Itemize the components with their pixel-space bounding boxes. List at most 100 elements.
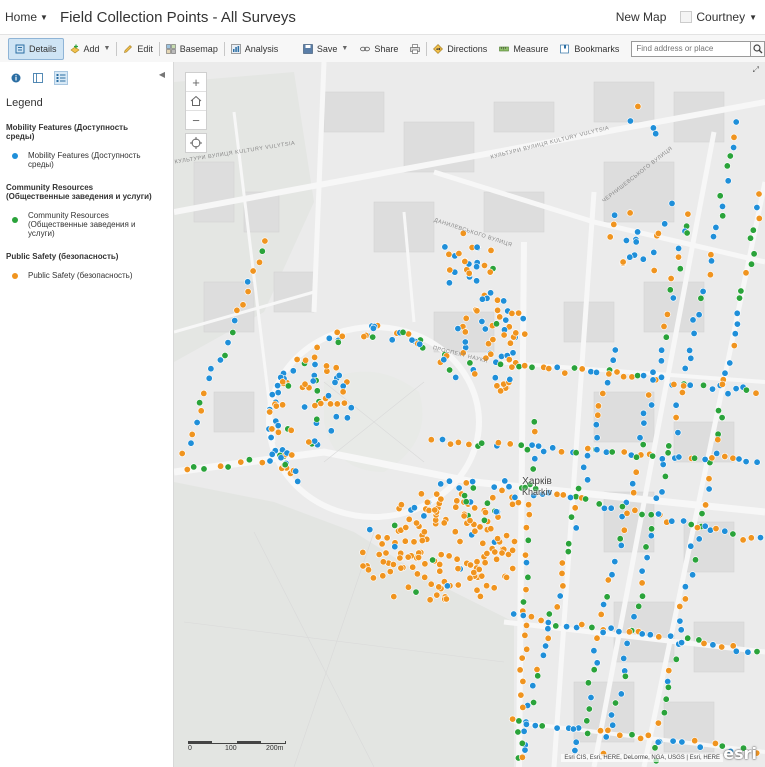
survey-point[interactable] (335, 371, 343, 379)
survey-point[interactable] (405, 515, 413, 523)
survey-point[interactable] (669, 294, 677, 302)
survey-point[interactable] (402, 523, 410, 531)
survey-point[interactable] (695, 311, 703, 319)
survey-point[interactable] (496, 360, 504, 368)
survey-point[interactable] (628, 731, 636, 739)
survey-point[interactable] (284, 382, 292, 390)
survey-point[interactable] (521, 551, 529, 559)
survey-point[interactable] (753, 648, 761, 656)
survey-point[interactable] (461, 258, 469, 266)
survey-point[interactable] (691, 454, 699, 462)
survey-point[interactable] (527, 613, 535, 621)
survey-point[interactable] (452, 373, 460, 381)
survey-point[interactable] (461, 328, 469, 336)
survey-point[interactable] (455, 250, 463, 258)
survey-point[interactable] (684, 210, 692, 218)
analysis-button[interactable]: Analysis (225, 39, 285, 59)
survey-point[interactable] (584, 679, 592, 687)
survey-point[interactable] (233, 306, 241, 314)
survey-point[interactable] (607, 711, 615, 719)
survey-point[interactable] (664, 677, 672, 685)
survey-point[interactable] (340, 399, 348, 407)
survey-point[interactable] (470, 568, 478, 576)
survey-point[interactable] (438, 435, 446, 443)
survey-point[interactable] (520, 727, 528, 735)
survey-point[interactable] (649, 124, 657, 132)
survey-point[interactable] (718, 380, 726, 388)
survey-point[interactable] (620, 526, 628, 534)
survey-point[interactable] (418, 537, 426, 545)
survey-point[interactable] (563, 623, 571, 631)
survey-point[interactable] (691, 556, 699, 564)
survey-point[interactable] (615, 628, 623, 636)
survey-point[interactable] (437, 551, 445, 559)
survey-point[interactable] (705, 485, 713, 493)
survey-point[interactable] (421, 573, 429, 581)
survey-point[interactable] (266, 457, 274, 465)
survey-point[interactable] (583, 717, 591, 725)
survey-point[interactable] (584, 476, 592, 484)
survey-point[interactable] (509, 715, 517, 723)
survey-point[interactable] (699, 287, 707, 295)
survey-point[interactable] (399, 328, 407, 336)
survey-point[interactable] (413, 519, 421, 527)
survey-point[interactable] (412, 588, 420, 596)
survey-point[interactable] (721, 527, 729, 535)
survey-point[interactable] (634, 228, 642, 236)
survey-point[interactable] (613, 368, 621, 376)
survey-point[interactable] (731, 330, 739, 338)
survey-point[interactable] (531, 455, 539, 463)
directions-button[interactable]: Directions (427, 39, 493, 59)
survey-point[interactable] (524, 536, 532, 544)
survey-point[interactable] (471, 504, 479, 512)
survey-point[interactable] (483, 582, 491, 590)
survey-point[interactable] (481, 325, 489, 333)
survey-point[interactable] (686, 381, 694, 389)
survey-point[interactable] (593, 659, 601, 667)
survey-point[interactable] (522, 621, 530, 629)
survey-point[interactable] (519, 598, 527, 606)
survey-point[interactable] (523, 645, 531, 653)
survey-point[interactable] (518, 739, 526, 747)
survey-point[interactable] (274, 389, 282, 397)
survey-point[interactable] (670, 380, 678, 388)
survey-point[interactable] (525, 501, 533, 509)
new-map-link[interactable]: New Map (616, 10, 667, 24)
survey-point[interactable] (632, 453, 640, 461)
survey-point[interactable] (667, 275, 675, 283)
survey-point[interactable] (600, 600, 608, 608)
survey-point[interactable] (446, 440, 454, 448)
survey-point[interactable] (433, 490, 441, 498)
survey-point[interactable] (478, 295, 486, 303)
survey-point[interactable] (473, 263, 481, 271)
survey-point[interactable] (639, 255, 647, 263)
survey-point[interactable] (622, 237, 630, 245)
survey-point[interactable] (668, 517, 676, 525)
survey-point[interactable] (588, 623, 596, 631)
survey-point[interactable] (540, 447, 548, 455)
survey-point[interactable] (190, 463, 198, 471)
survey-point[interactable] (619, 258, 627, 266)
survey-point[interactable] (643, 554, 651, 562)
survey-point[interactable] (654, 510, 662, 518)
survey-point[interactable] (506, 440, 514, 448)
survey-point[interactable] (231, 317, 239, 325)
search-input[interactable] (631, 40, 752, 57)
collapse-sidebar-icon[interactable]: ◀ (159, 70, 165, 79)
survey-point[interactable] (256, 258, 264, 266)
survey-point[interactable] (630, 613, 638, 621)
survey-point[interactable] (492, 320, 500, 328)
survey-point[interactable] (742, 386, 750, 394)
survey-point[interactable] (396, 554, 404, 562)
survey-point[interactable] (695, 535, 703, 543)
survey-point[interactable] (632, 238, 640, 246)
survey-point[interactable] (714, 436, 722, 444)
survey-point[interactable] (552, 622, 560, 630)
survey-point[interactable] (522, 524, 530, 532)
survey-point[interactable] (410, 504, 418, 512)
survey-point[interactable] (618, 503, 626, 511)
survey-point[interactable] (730, 133, 738, 141)
survey-point[interactable] (521, 746, 529, 754)
locate-button[interactable] (185, 133, 207, 153)
survey-point[interactable] (666, 286, 674, 294)
